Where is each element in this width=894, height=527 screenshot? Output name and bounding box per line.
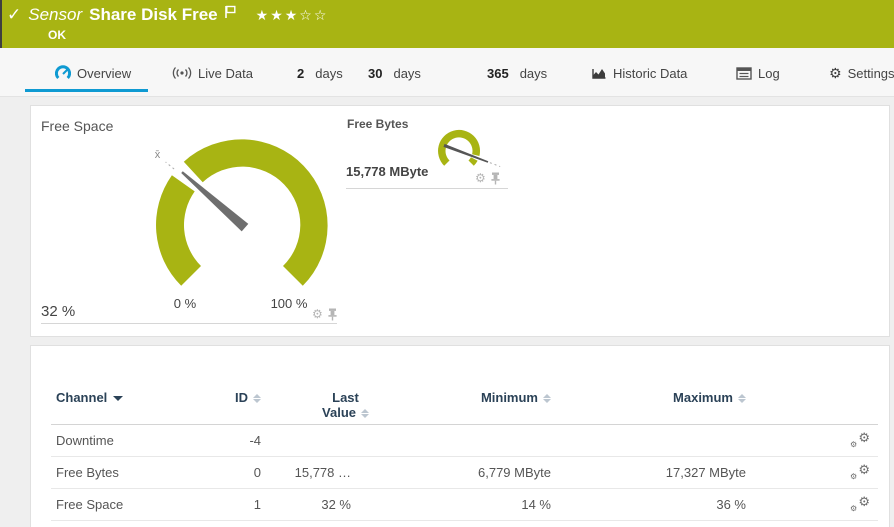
channel-settings-icon[interactable]: ⚙⚙: [850, 463, 870, 479]
svg-text:x̄: x̄: [155, 149, 161, 161]
column-header-id[interactable]: ID: [181, 386, 261, 424]
channel-maximum: 36 %: [551, 488, 746, 520]
free-space-gauge: x̄: [146, 121, 356, 301]
free-space-gauge-title: Free Space: [41, 118, 113, 134]
prtg-sensor-page: ✓ Sensor Share Disk Free ★★★☆☆ OK Overvi…: [0, 0, 894, 527]
table-row[interactable]: Free Space 1 32 % 14 % 36 % ⚙⚙: [51, 488, 878, 520]
channel-name[interactable]: Free Space: [51, 488, 181, 520]
tab-overview-label: Overview: [77, 66, 131, 81]
status-check-icon: ✓: [7, 5, 21, 25]
table-header-row: Channel ID Last Value Minimum Maximum: [51, 386, 878, 424]
channel-settings-icon[interactable]: ⚙⚙: [850, 431, 870, 447]
tab-log[interactable]: Log: [736, 64, 780, 82]
gauges-panel: Free Space x̄ 0 % 100 % 32 % ⚙ Free Byte…: [30, 105, 890, 337]
channel-last-value: [261, 424, 351, 456]
tab-log-label: Log: [758, 66, 780, 81]
tab-bar: Overview Live Data 2days 30days 365days …: [0, 48, 894, 97]
priority-stars[interactable]: ★★★☆☆: [256, 7, 329, 24]
sort-icon: [361, 409, 369, 418]
sensor-title: Share Disk Free: [89, 5, 218, 25]
channel-minimum: [351, 424, 551, 456]
channel-maximum: [551, 424, 746, 456]
tab-settings[interactable]: ⚙ Settings: [829, 64, 894, 82]
sensor-header: ✓ Sensor Share Disk Free ★★★☆☆ OK: [0, 0, 894, 48]
free-bytes-gauge-title: Free Bytes: [347, 117, 408, 131]
tab-historic-data-label: Historic Data: [613, 66, 687, 81]
pin-icon[interactable]: [490, 172, 501, 185]
channel-maximum: 17,327 MByte: [551, 456, 746, 488]
divider: [346, 188, 508, 189]
sort-icon: [738, 394, 746, 403]
channels-panel: Channel ID Last Value Minimum Maximum: [30, 345, 890, 527]
tab-settings-label: Settings: [848, 66, 894, 81]
tab-30-days[interactable]: 30days: [368, 64, 421, 82]
tab-365-days[interactable]: 365days: [487, 64, 547, 82]
log-icon: [736, 67, 752, 80]
gauge-settings-gear-icon[interactable]: ⚙: [312, 308, 323, 320]
free-space-value: 32 %: [41, 303, 75, 320]
live-data-icon: [172, 66, 192, 80]
column-header-maximum[interactable]: Maximum: [551, 386, 746, 424]
tab-2-days[interactable]: 2days: [297, 64, 343, 82]
column-header-minimum[interactable]: Minimum: [351, 386, 551, 424]
gear-icon: ⚙: [829, 66, 842, 80]
channel-id: 0: [181, 456, 261, 488]
divider: [41, 323, 337, 324]
channel-id: -4: [181, 424, 261, 456]
channel-name[interactable]: Downtime: [51, 424, 181, 456]
gauge-settings-gear-icon[interactable]: ⚙: [475, 172, 486, 184]
column-header-actions: [746, 386, 878, 424]
sort-desc-icon: [113, 396, 123, 401]
free-bytes-value: 15,778 MByte: [346, 164, 428, 179]
channel-last-value: 32 %: [261, 488, 351, 520]
chart-icon: [591, 66, 607, 80]
channel-minimum: 6,779 MByte: [351, 456, 551, 488]
tab-historic-data[interactable]: Historic Data: [591, 64, 687, 82]
sort-icon: [253, 394, 261, 403]
gauge-icon: [55, 65, 71, 81]
tab-live-data-label: Live Data: [198, 66, 253, 81]
gauge-scale-min-label: 0 %: [163, 296, 207, 311]
table-row[interactable]: Free Bytes 0 15,778 … 6,779 MByte 17,327…: [51, 456, 878, 488]
active-tab-indicator: [25, 89, 148, 92]
channel-settings-icon[interactable]: ⚙⚙: [850, 495, 870, 511]
column-header-channel[interactable]: Channel: [51, 386, 181, 424]
column-header-last-value[interactable]: Last Value: [261, 386, 351, 424]
sort-icon: [543, 394, 551, 403]
channel-id: 1: [181, 488, 261, 520]
channels-table: Channel ID Last Value Minimum Maximum: [51, 386, 878, 521]
flag-icon[interactable]: [224, 5, 236, 19]
channel-last-value: 15,778 …: [261, 456, 351, 488]
tab-live-data[interactable]: Live Data: [172, 64, 253, 82]
tab-overview[interactable]: Overview: [55, 64, 131, 82]
gauge-scale-max-label: 100 %: [267, 296, 311, 311]
table-row[interactable]: Downtime -4 ⚙⚙: [51, 424, 878, 456]
sensor-status-badge: OK: [48, 28, 66, 42]
object-type-label: Sensor: [28, 5, 82, 25]
channel-minimum: 14 %: [351, 488, 551, 520]
window-edge: [0, 0, 2, 48]
channel-name[interactable]: Free Bytes: [51, 456, 181, 488]
pin-icon[interactable]: [327, 308, 338, 321]
